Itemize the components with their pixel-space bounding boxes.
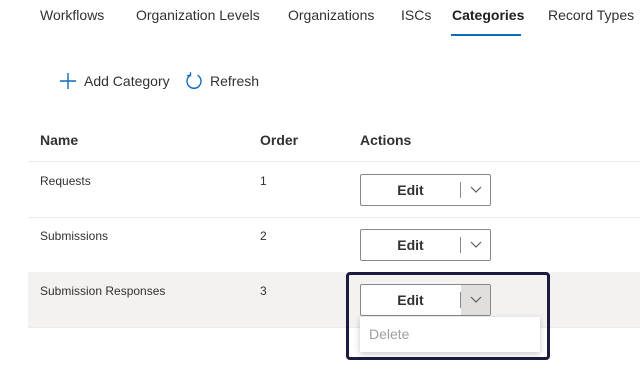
edit-button[interactable]: Edit xyxy=(361,230,460,260)
tab-record-types[interactable]: Record Types xyxy=(548,7,634,23)
add-category-label: Add Category xyxy=(84,73,170,89)
table-row[interactable]: Submissions 2 Edit xyxy=(28,217,640,273)
refresh-button[interactable]: Refresh xyxy=(184,71,259,91)
chevron-down-icon xyxy=(470,236,482,254)
row-order: 3 xyxy=(260,284,267,298)
row-order: 2 xyxy=(260,229,267,243)
table-header: Name Order Actions xyxy=(28,121,640,162)
tab-iscs[interactable]: ISCs xyxy=(401,7,431,23)
column-header-order[interactable]: Order xyxy=(260,132,298,148)
chevron-down-icon xyxy=(470,181,482,199)
edit-button[interactable]: Edit xyxy=(361,175,460,205)
row-name: Submissions xyxy=(40,229,109,243)
active-tab-indicator xyxy=(451,34,521,36)
tab-workflows[interactable]: Workflows xyxy=(40,7,104,23)
tab-categories[interactable]: Categories xyxy=(452,7,524,23)
row-order: 1 xyxy=(260,174,267,188)
refresh-label: Refresh xyxy=(210,73,260,89)
edit-split-button: Edit xyxy=(360,229,491,261)
row-name: Requests xyxy=(40,174,91,188)
delete-menu-item[interactable]: Delete xyxy=(369,326,409,342)
refresh-icon xyxy=(184,71,204,91)
actions-dropdown-menu: Delete xyxy=(360,317,540,352)
actions-menu-button[interactable] xyxy=(461,230,490,260)
actions-menu-button[interactable] xyxy=(461,175,490,205)
table-row[interactable]: Requests 1 Edit xyxy=(28,162,640,218)
tab-organizations[interactable]: Organizations xyxy=(288,7,374,23)
add-icon xyxy=(58,71,78,91)
row-name: Submission Responses xyxy=(40,284,166,298)
column-header-actions: Actions xyxy=(360,132,412,148)
column-header-name[interactable]: Name xyxy=(40,132,78,148)
edit-split-button: Edit xyxy=(360,174,491,206)
tab-bar: Workflows Organization Levels Organizati… xyxy=(0,0,640,38)
tab-organization-levels[interactable]: Organization Levels xyxy=(136,7,260,23)
add-category-button[interactable]: Add Category xyxy=(58,71,170,91)
